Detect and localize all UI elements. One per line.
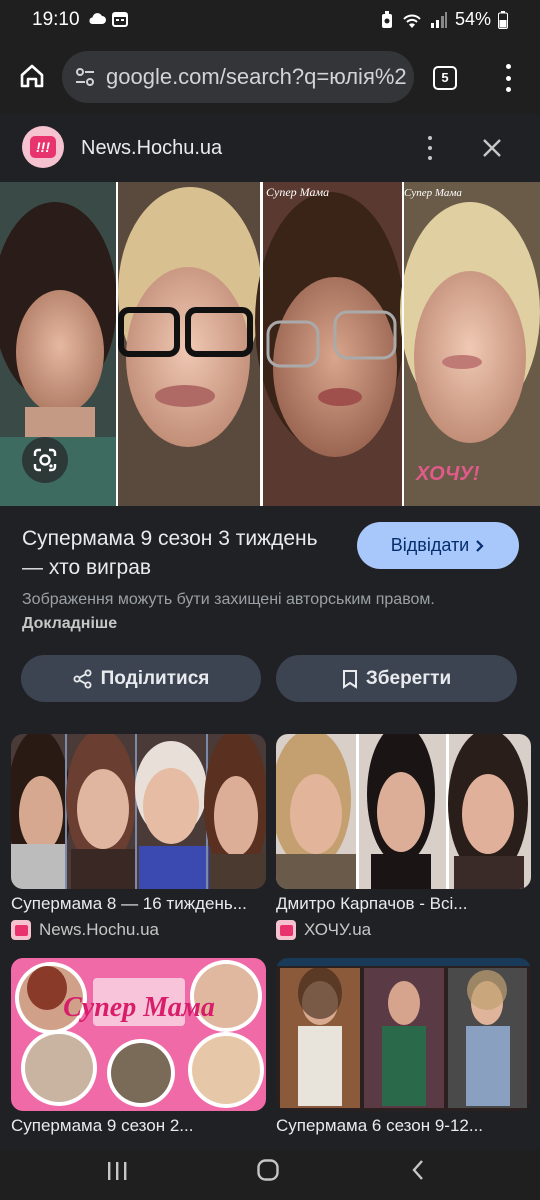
related-caption: Супермама 6 сезон 9-12... bbox=[276, 1116, 484, 1135]
related-result-3[interactable]: Супер Мама Супермама 9 сезон 2... bbox=[11, 958, 266, 1138]
result-title: Супермама 9 сезон 3 тиждень — хто виграв bbox=[22, 527, 318, 579]
source-name[interactable]: News.Hochu.ua bbox=[81, 137, 222, 160]
related-caption: Дмитро Карпачов - Всі... bbox=[276, 894, 468, 913]
signal-icon bbox=[430, 11, 447, 28]
image-preview-sheet: !!! News.Hochu.ua Супер Мама Супер Мама … bbox=[0, 114, 540, 1150]
thumb-logo: Супер Мама bbox=[63, 992, 215, 1023]
address-bar[interactable]: google.com/search?q=юлія%2 bbox=[62, 51, 414, 103]
cloud-icon bbox=[89, 13, 106, 24]
tab-switcher-button[interactable]: 5 bbox=[433, 66, 457, 90]
source-header: !!! News.Hochu.ua bbox=[0, 114, 540, 182]
source-more-options-button[interactable] bbox=[424, 136, 436, 160]
wifi-icon bbox=[403, 14, 421, 28]
related-site-name: News.Hochu.ua bbox=[39, 920, 160, 939]
battery-percent: 54% bbox=[454, 9, 491, 29]
site-favicon bbox=[276, 920, 296, 940]
close-icon[interactable] bbox=[480, 136, 504, 160]
browser-toolbar: google.com/search?q=юлія%2 5 bbox=[0, 38, 540, 114]
save-label: Зберегти bbox=[365, 667, 452, 689]
share-button[interactable]: Поділитися bbox=[21, 655, 261, 702]
share-label: Поділитися bbox=[100, 667, 210, 689]
hero-watermark: ХОЧУ! bbox=[415, 463, 480, 485]
related-thumbnail: Супер Мама bbox=[11, 958, 266, 1111]
home-button[interactable] bbox=[14, 58, 50, 94]
related-thumbnail bbox=[276, 734, 531, 889]
hero-collage: Супер Мама Супер Мама ХОЧУ! bbox=[0, 182, 540, 506]
hero-image[interactable]: Супер Мама Супер Мама ХОЧУ! bbox=[0, 182, 540, 506]
copyright-text: Зображення можуть бути захищені авторськ… bbox=[22, 591, 435, 608]
related-thumbnail bbox=[11, 734, 266, 889]
lens-search-button[interactable] bbox=[22, 437, 68, 483]
source-logo: !!! bbox=[22, 126, 64, 168]
google-lens-icon bbox=[33, 448, 57, 472]
share-icon bbox=[73, 669, 92, 688]
recent-apps-icon[interactable] bbox=[105, 1160, 129, 1182]
related-site-name: ХОЧУ.ua bbox=[304, 920, 372, 939]
learn-more-link[interactable]: Докладніше bbox=[22, 615, 117, 632]
home-nav-icon[interactable] bbox=[256, 1158, 280, 1182]
back-icon[interactable] bbox=[410, 1158, 426, 1182]
calendar-icon bbox=[112, 12, 128, 27]
hero-overlay-logo-2: Супер Мама bbox=[404, 187, 462, 199]
status-bar: 19:10 54% bbox=[0, 0, 540, 38]
system-navigation-bar bbox=[0, 1150, 540, 1200]
home-icon bbox=[20, 64, 44, 88]
related-result-1[interactable]: Супермама 8 — 16 тиждень... News.Hochu.u… bbox=[11, 734, 266, 944]
related-thumbnail bbox=[276, 958, 531, 1111]
visit-button[interactable]: Відвідати bbox=[357, 522, 519, 569]
battery-icon bbox=[498, 10, 508, 29]
url-text: google.com/search?q=юлія%2 bbox=[106, 64, 407, 89]
related-caption: Супермама 8 — 16 тиждень... bbox=[11, 894, 247, 913]
site-settings-icon[interactable] bbox=[74, 66, 96, 88]
copyright-notice: Зображення можуть бути захищені авторськ… bbox=[22, 588, 502, 636]
clock: 19:10 bbox=[32, 9, 80, 30]
related-site: News.Hochu.ua bbox=[11, 920, 159, 940]
hero-overlay-logo-1: Супер Мама bbox=[266, 185, 329, 199]
related-result-4[interactable]: Супермама 6 сезон 9-12... bbox=[276, 958, 531, 1138]
related-caption: Супермама 9 сезон 2... bbox=[11, 1116, 194, 1135]
related-result-2[interactable]: Дмитро Карпачов - Всі... ХОЧУ.ua bbox=[276, 734, 531, 944]
chevron-right-icon bbox=[476, 539, 484, 552]
visit-button-label: Відвідати bbox=[390, 535, 470, 555]
bookmark-icon bbox=[342, 669, 357, 689]
more-menu-button[interactable] bbox=[498, 64, 518, 92]
alarm-icon bbox=[381, 10, 392, 28]
save-button[interactable]: Зберегти bbox=[276, 655, 517, 702]
site-favicon bbox=[11, 920, 31, 940]
related-site: ХОЧУ.ua bbox=[276, 920, 371, 940]
